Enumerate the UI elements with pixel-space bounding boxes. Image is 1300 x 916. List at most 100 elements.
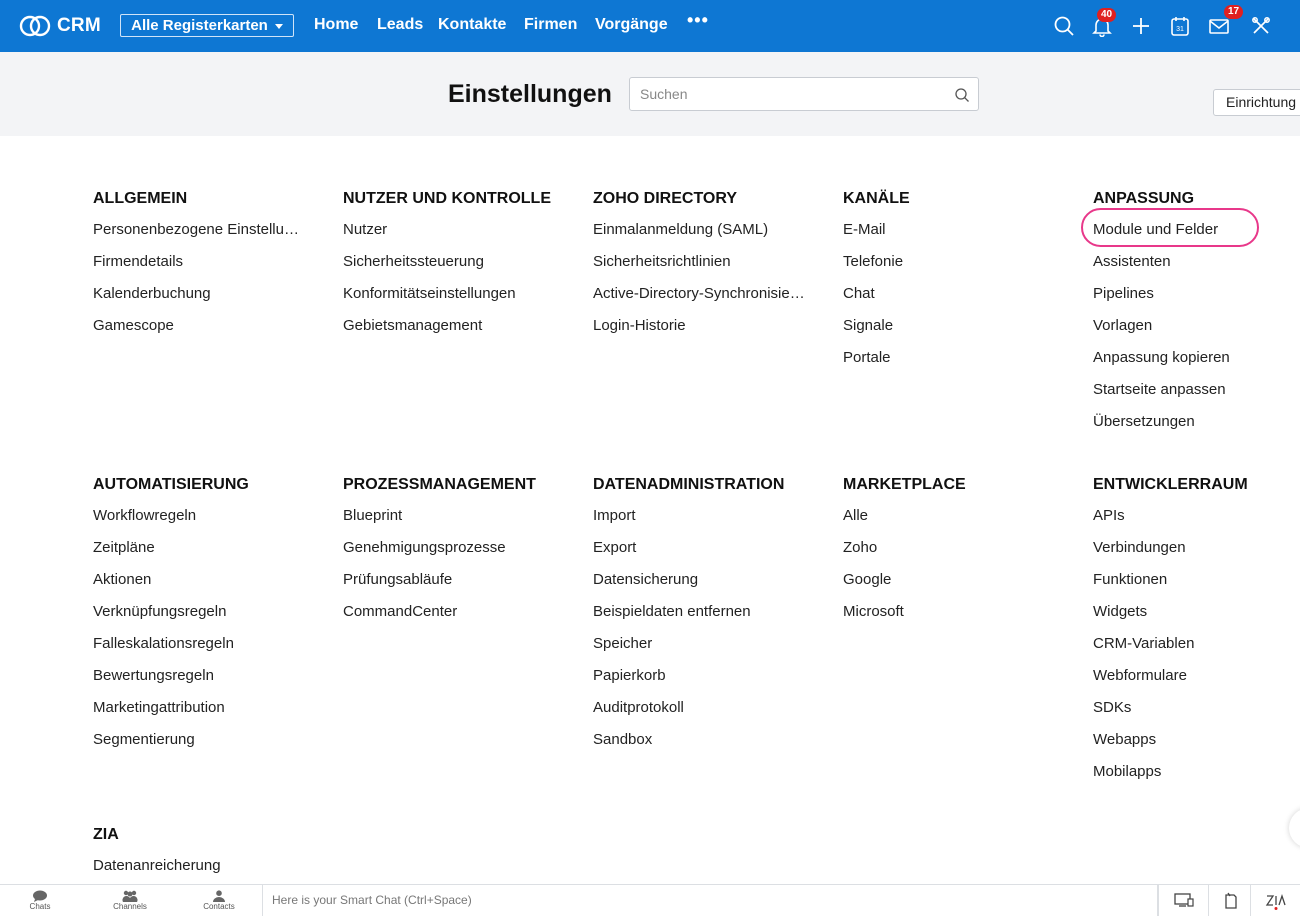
settings-link-active-directory-synchronisierung[interactable]: Active-Directory-Synchronisierung [593, 284, 805, 316]
settings-link-genehmigungsprozesse[interactable]: Genehmigungsprozesse [343, 538, 555, 570]
settings-link-einmalanmeldung-saml[interactable]: Einmalanmeldung (SAML) [593, 220, 805, 252]
settings-link-kalenderbuchung[interactable]: Kalenderbuchung [93, 284, 305, 316]
settings-link-datensicherung[interactable]: Datensicherung [593, 570, 805, 602]
notifications-badge: 40 [1097, 8, 1117, 22]
search-icon[interactable] [1053, 15, 1075, 37]
settings-link-funktionen[interactable]: Funktionen [1093, 570, 1300, 602]
nav-kontakte[interactable]: Kontakte [438, 16, 506, 34]
settings-link-bewertungsregeln[interactable]: Bewertungsregeln [93, 666, 305, 698]
settings-link-pruefungsablaeufe[interactable]: Prüfungsabläufe [343, 570, 555, 602]
settings-group-nutzer-und-kontrolle: NUTZER UND KONTROLLE Nutzer Sicherheitsste… [343, 188, 583, 348]
settings-link-nutzer[interactable]: Nutzer [343, 220, 555, 252]
settings-link-webformulare[interactable]: Webformulare [1093, 666, 1300, 698]
settings-link-import[interactable]: Import [593, 506, 805, 538]
search-icon[interactable] [954, 87, 970, 103]
settings-link-beispieldaten-entfernen[interactable]: Beispieldaten entfernen [593, 602, 805, 634]
settings-link-pipelines[interactable]: Pipelines [1093, 284, 1300, 316]
channels-tab[interactable]: Channels [90, 887, 170, 915]
settings-link-personenbezogene-einstellungen[interactable]: Personenbezogene Einstellungen [93, 220, 305, 252]
settings-link-portale[interactable]: Portale [843, 348, 1055, 380]
settings-link-telefonie[interactable]: Telefonie [843, 252, 1055, 284]
settings-link-falleskalationsregeln[interactable]: Falleskalationsregeln [93, 634, 305, 666]
calendar-icon[interactable]: 31 [1169, 15, 1191, 37]
settings-link-login-historie[interactable]: Login-Historie [593, 316, 805, 348]
settings-link-sicherheitsrichtlinien[interactable]: Sicherheitsrichtlinien [593, 252, 805, 284]
nav-firmen[interactable]: Firmen [524, 16, 577, 34]
group-title: ALLGEMEIN [93, 190, 188, 207]
settings-link-sdks[interactable]: SDKs [1093, 698, 1300, 730]
contacts-label: Contacts [203, 902, 235, 911]
tools-icon[interactable] [1250, 15, 1272, 37]
settings-link-sicherheitssteuerung[interactable]: Sicherheitssteuerung [343, 252, 555, 284]
settings-link-google[interactable]: Google [843, 570, 1055, 602]
crm-logo[interactable]: CRM [19, 13, 101, 39]
settings-link-mobilapps[interactable]: Mobilapps [1093, 762, 1300, 794]
search-input[interactable] [630, 78, 950, 110]
calendar-day: 31 [1176, 26, 1184, 33]
settings-link-zoho[interactable]: Zoho [843, 538, 1055, 570]
settings-link-anpassung-kopieren[interactable]: Anpassung kopieren [1093, 348, 1300, 380]
settings-link-vorlagen[interactable]: Vorlagen [1093, 316, 1300, 348]
settings-link-blueprint[interactable]: Blueprint [343, 506, 555, 538]
settings-link-webapps[interactable]: Webapps [1093, 730, 1300, 762]
settings-link-module-und-felder[interactable]: Module und Felder [1093, 220, 1300, 252]
settings-link-verknuepfungsregeln[interactable]: Verknüpfungsregeln [93, 602, 305, 634]
nav-vorgaenge[interactable]: Vorgänge [595, 16, 668, 34]
settings-link-uebersetzungen[interactable]: Übersetzungen [1093, 412, 1300, 444]
settings-header: Einstellungen Einrichtung [0, 52, 1300, 136]
settings-link-microsoft[interactable]: Microsoft [843, 602, 1055, 634]
group-title: ZOHO DIRECTORY [593, 190, 738, 207]
smart-chat-input[interactable]: Here is your Smart Chat (Ctrl+Space) [262, 885, 1158, 916]
nav-leads[interactable]: Leads [377, 16, 423, 34]
settings-link-verbindungen[interactable]: Verbindungen [1093, 538, 1300, 570]
mail-icon[interactable] [1208, 15, 1230, 37]
settings-link-apis[interactable]: APIs [1093, 506, 1300, 538]
settings-link-alle[interactable]: Alle [843, 506, 1055, 538]
group-title: NUTZER UND KONTROLLE [343, 190, 551, 207]
more-tabs-button[interactable]: ••• [687, 10, 709, 31]
settings-link-gebietsmanagement[interactable]: Gebietsmanagement [343, 316, 555, 348]
floating-button[interactable] [1289, 808, 1300, 848]
settings-group-automatisierung: AUTOMATISIERUNG Workflowregeln Zeitpläne Ak… [93, 474, 333, 762]
settings-link-segmentierung[interactable]: Segmentierung [93, 730, 305, 762]
settings-link-auditprotokoll[interactable]: Auditprotokoll [593, 698, 805, 730]
chats-tab[interactable]: Chats [0, 887, 80, 915]
zia-button[interactable] [1250, 885, 1300, 916]
plus-icon[interactable] [1130, 15, 1152, 37]
settings-link-konformitaetseinstellungen[interactable]: Konformitätseinstellungen [343, 284, 555, 316]
chats-label: Chats [29, 902, 51, 911]
settings-link-sandbox[interactable]: Sandbox [593, 730, 805, 762]
settings-link-marketingattribution[interactable]: Marketingattribution [93, 698, 305, 730]
group-title: ZIA [93, 826, 119, 843]
settings-link-assistenten[interactable]: Assistenten [1093, 252, 1300, 284]
settings-link-chat[interactable]: Chat [843, 284, 1055, 316]
settings-search[interactable] [629, 77, 979, 111]
settings-link-zeitplaene[interactable]: Zeitpläne [93, 538, 305, 570]
setup-button[interactable]: Einrichtung [1213, 89, 1300, 116]
settings-group-zia: ZIA Datenanreicherung [93, 824, 333, 888]
all-tabs-dropdown[interactable]: Alle Registerkarten [120, 14, 294, 37]
settings-link-crm-variablen[interactable]: CRM-Variablen [1093, 634, 1300, 666]
settings-link-export[interactable]: Export [593, 538, 805, 570]
settings-link-firmendetails[interactable]: Firmendetails [93, 252, 305, 284]
settings-link-aktionen[interactable]: Aktionen [93, 570, 305, 602]
settings-link-signale[interactable]: Signale [843, 316, 1055, 348]
chat-bubble-icon [33, 890, 47, 902]
settings-link-widgets[interactable]: Widgets [1093, 602, 1300, 634]
settings-link-speicher[interactable]: Speicher [593, 634, 805, 666]
settings-link-startseite-anpassen[interactable]: Startseite anpassen [1093, 380, 1300, 412]
settings-link-gamescope[interactable]: Gamescope [93, 316, 305, 348]
channels-label: Channels [113, 902, 147, 911]
settings-link-commandcenter[interactable]: CommandCenter [343, 602, 555, 634]
person-icon [213, 890, 225, 902]
settings-link-papierkorb[interactable]: Papierkorb [593, 666, 805, 698]
group-title: ENTWICKLERRAUM [1093, 476, 1248, 493]
screen-share-button[interactable] [1158, 885, 1208, 916]
group-icon [122, 890, 138, 902]
settings-link-e-mail[interactable]: E-Mail [843, 220, 1055, 252]
bottom-bar: Chats Channels Contacts Here is your Sma… [0, 884, 1300, 916]
contacts-tab[interactable]: Contacts [179, 887, 259, 915]
settings-group-entwicklerraum: ENTWICKLERRAUM APIs Verbindungen Funktionen… [1093, 474, 1300, 794]
nav-home[interactable]: Home [314, 16, 358, 34]
settings-link-workflowregeln[interactable]: Workflowregeln [93, 506, 305, 538]
